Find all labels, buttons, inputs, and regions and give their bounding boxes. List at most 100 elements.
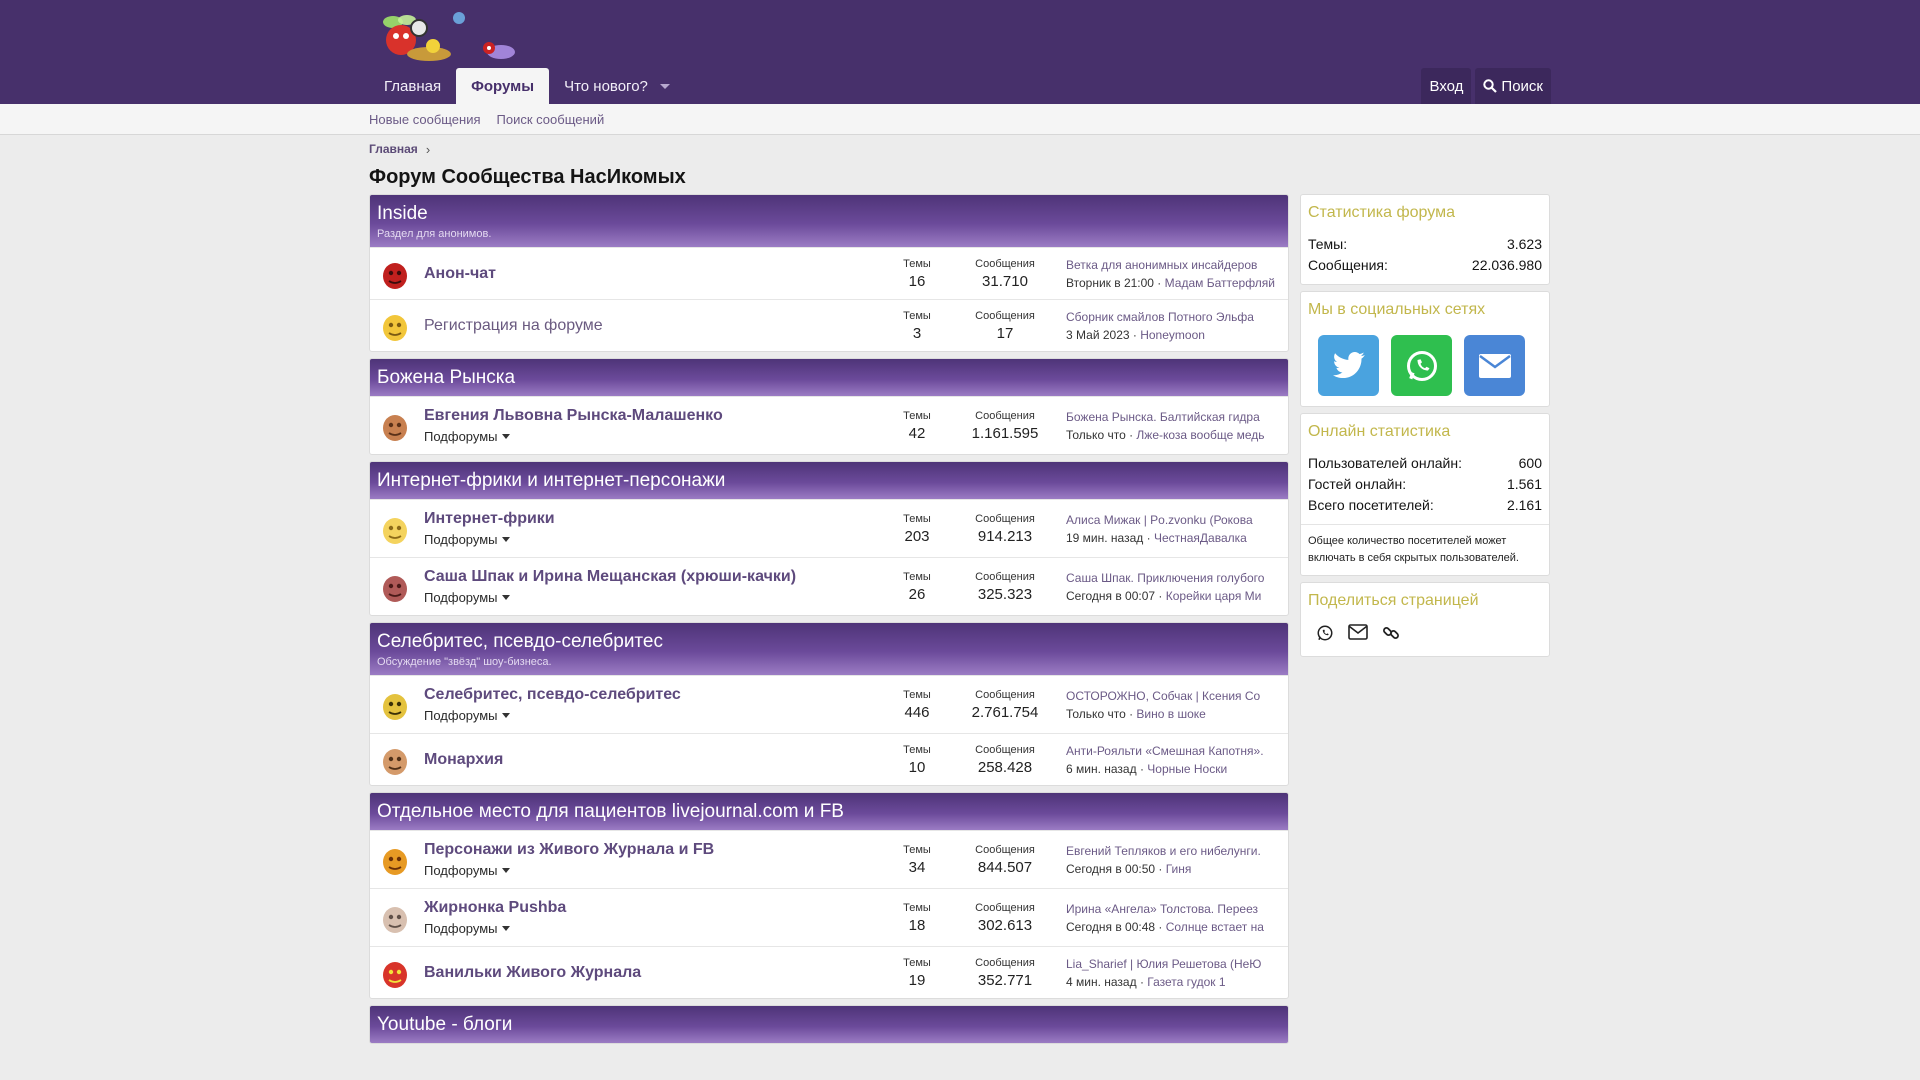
forum-node-title[interactable]: Селебритес, псевдо-селебритес <box>424 686 882 704</box>
forum-node-title[interactable]: Жирнонка Pushba <box>424 899 882 917</box>
last-post-user[interactable]: ЧестнаяДавалка <box>1154 531 1247 545</box>
last-post-user[interactable]: Гиня <box>1166 862 1192 876</box>
login-button[interactable]: Вход <box>1421 68 1472 104</box>
last-post-time[interactable]: 4 мин. назад <box>1066 975 1137 989</box>
subforums-toggle[interactable]: Подфорумы <box>424 708 510 723</box>
subforums-toggle[interactable]: Подфорумы <box>424 921 510 936</box>
last-post-user[interactable]: Лже-коза вообще медь <box>1136 428 1264 442</box>
search-posts-link[interactable]: Поиск сообщений <box>497 112 605 127</box>
stat-label: Сообщения <box>975 743 1035 756</box>
forum-node-title[interactable]: Монархия <box>424 751 882 769</box>
category-title[interactable]: Youtube - блоги <box>377 1014 1281 1036</box>
subforums-toggle[interactable]: Подфорумы <box>424 863 510 878</box>
last-post-time[interactable]: Только что <box>1066 428 1126 442</box>
stat-label: Темы <box>903 309 931 322</box>
threads-count: 19 <box>908 971 926 989</box>
forum-node-title[interactable]: Евгения Львовна Рынска-Малашенко <box>424 407 882 425</box>
nav-tab-whats-new[interactable]: Что нового? <box>549 68 685 104</box>
messages-stat: Сообщения 302.613 <box>952 902 1058 934</box>
forum-avatar-icon <box>383 575 407 602</box>
stat-row: Гостей онлайн: 1.561 <box>1308 474 1542 495</box>
last-post-time[interactable]: Сегодня в 00:48 <box>1066 920 1155 934</box>
last-post-user[interactable]: Солнце встает на <box>1166 920 1264 934</box>
threads-count: 446 <box>904 703 930 721</box>
last-post-title[interactable]: Алиса Мижак | Po.zvonku (Рокова <box>1066 513 1282 527</box>
share-widget: Поделиться страницей <box>1300 582 1550 657</box>
category-title[interactable]: Интернет-фрики и интернет-персонажи <box>377 470 1281 492</box>
last-post-time[interactable]: 19 мин. назад <box>1066 531 1143 545</box>
category-title[interactable]: Отдельное место для пациентов livejourna… <box>377 801 1281 823</box>
login-label: Вход <box>1429 77 1464 95</box>
last-post-title[interactable]: Анти-Рояльти «Смешная Капотня». <box>1066 744 1282 758</box>
twitter-button[interactable] <box>1318 335 1379 396</box>
category-title[interactable]: Селебритес, псевдо-селебритес <box>377 631 1281 653</box>
forum-node-title[interactable]: Анон-чат <box>424 265 882 283</box>
last-post-title[interactable]: Lia_Sharief | Юлия Решетова (НеЮ <box>1066 957 1282 971</box>
forum-node-title[interactable]: Ванильки Живого Журнала <box>424 964 882 982</box>
nav-tab-forums[interactable]: Форумы <box>456 68 550 104</box>
subforums-toggle[interactable]: Подфорумы <box>424 429 510 444</box>
subforums-toggle[interactable]: Подфорумы <box>424 532 510 547</box>
last-post-title[interactable]: Сборник смайлов Потного Эльфа <box>1066 310 1282 324</box>
messages-stat: Сообщения 325.323 <box>952 571 1058 603</box>
new-posts-link[interactable]: Новые сообщения <box>369 112 481 127</box>
breadcrumb-home[interactable]: Главная <box>369 142 418 156</box>
category-title[interactable]: Божена Рынска <box>377 367 1281 389</box>
last-post-user[interactable]: Чорные Носки <box>1147 762 1227 776</box>
forum-avatar-icon <box>383 961 407 988</box>
forum-node-title[interactable]: Интернет-фрики <box>424 510 882 528</box>
last-post-user[interactable]: Газета гудок 1 <box>1147 975 1225 989</box>
last-post-time[interactable]: Сегодня в 00:50 <box>1066 862 1155 876</box>
last-post-title[interactable]: Евгений Тепляков и его нибелунги. <box>1066 844 1282 858</box>
forum-node-title[interactable]: Персонажи из Живого Журнала и FB <box>424 841 882 859</box>
online-stats-widget: Онлайн статистика Пользователей онлайн: 6… <box>1300 413 1550 576</box>
forum-node: Персонажи из Живого Журнала и FB Подфору… <box>370 830 1288 888</box>
online-note: Общее количество посетителей может включ… <box>1308 535 1519 564</box>
last-post-user[interactable]: Корейки царя Ми <box>1166 589 1262 603</box>
email-button[interactable] <box>1464 335 1525 396</box>
last-post-meta: 4 мин. назад · Газета гудок 1 <box>1066 974 1226 989</box>
last-post-title[interactable]: ОСТОРОЖНО, Собчак | Ксения Со <box>1066 689 1282 703</box>
chevron-down-icon[interactable] <box>659 83 670 89</box>
whatsapp-button[interactable] <box>1391 335 1452 396</box>
email-share-icon[interactable] <box>1348 624 1368 642</box>
forum-avatar-icon <box>383 262 407 289</box>
sub-nav: Новые сообщения Поиск сообщений <box>0 104 1920 135</box>
forum-node-title[interactable]: Саша Шпак и Ирина Мещанская (хрюши-качки… <box>424 568 882 586</box>
forum-node-title[interactable]: Регистрация на форуме <box>424 317 882 335</box>
last-post-time[interactable]: 6 мин. назад <box>1066 762 1137 776</box>
forum-category: Inside Раздел для анонимов. Анон-чат Темы… <box>369 194 1289 352</box>
nav-tab-label: Главная <box>384 77 442 95</box>
last-post-time[interactable]: Вторник в 21:00 <box>1066 276 1154 290</box>
stat-label: Темы <box>903 512 931 525</box>
last-post-title[interactable]: Ветка для анонимных инсайдеров <box>1066 258 1282 272</box>
messages-count: 2.761.754 <box>971 703 1039 721</box>
category-title[interactable]: Inside <box>377 203 1281 225</box>
subforums-label: Подфорумы <box>424 532 498 547</box>
threads-count: 34 <box>908 858 926 876</box>
last-post-title[interactable]: Саша Шпак. Приключения голубого <box>1066 571 1282 585</box>
messages-stat: Сообщения 1.161.595 <box>952 410 1058 442</box>
last-post-time[interactable]: 3 Май 2023 <box>1066 328 1130 342</box>
nav-tab-home[interactable]: Главная <box>369 68 456 104</box>
whatsapp-share-icon[interactable] <box>1316 624 1334 642</box>
last-post-time[interactable]: Сегодня в 00:07 <box>1066 589 1155 603</box>
last-post: Алиса Мижак | Po.zvonku (Рокова 19 мин. … <box>1066 513 1282 545</box>
messages-stat: Сообщения 2.761.754 <box>952 689 1058 721</box>
stat-label: Пользователей онлайн: <box>1308 455 1462 471</box>
last-post-title[interactable]: Ирина «Ангела» Толстова. Переез <box>1066 902 1282 916</box>
last-post-time[interactable]: Только что <box>1066 707 1126 721</box>
last-post-title[interactable]: Божена Рынска. Балтийская гидра <box>1066 410 1282 424</box>
subforums-toggle[interactable]: Подфорумы <box>424 590 510 605</box>
site-logo[interactable] <box>371 8 531 66</box>
messages-stat: Сообщения 352.771 <box>952 957 1058 989</box>
last-post-user[interactable]: Honeymoon <box>1140 328 1205 342</box>
threads-count: 26 <box>908 585 926 603</box>
stat-label: Сообщения <box>975 688 1035 701</box>
link-share-icon[interactable] <box>1382 624 1400 642</box>
user-nav: Вход Поиск <box>1421 68 1551 104</box>
last-post-user[interactable]: Мадам Баттерфляй <box>1165 276 1275 290</box>
search-button[interactable]: Поиск <box>1475 68 1551 104</box>
last-post-user[interactable]: Вино в шоке <box>1136 707 1205 721</box>
stat-row: Всего посетителей: 2.161 <box>1308 495 1542 516</box>
